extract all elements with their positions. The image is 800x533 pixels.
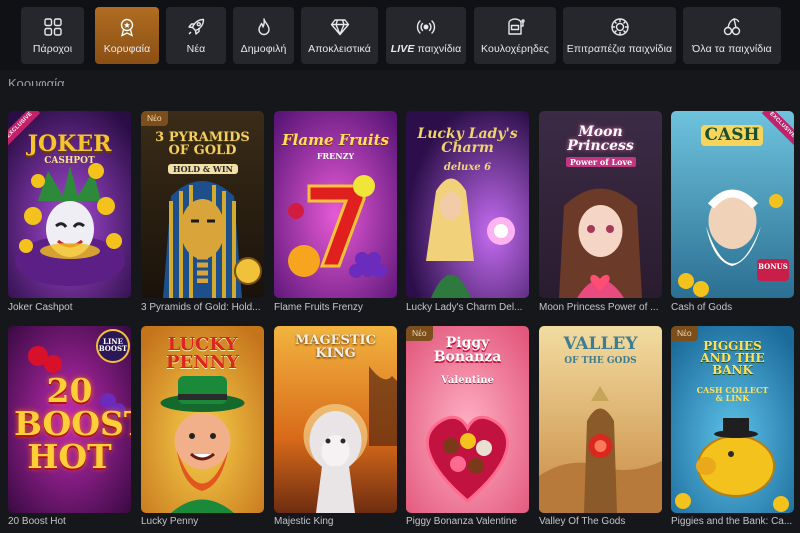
cherries-icon [722,17,742,37]
game-title[interactable]: Majestic King [274,516,397,527]
game-art-title: Moon Princess [567,124,634,154]
chip-icon [610,17,630,37]
game-art-title: PIGGIES AND THE BANK [700,339,765,377]
grid-icon [43,17,63,37]
game-tile-majestic-king[interactable]: MAGESTIC KING [274,326,397,513]
game-title[interactable]: Joker Cashpot [8,302,131,313]
game-art-title: Lucky Lady's Charm [417,126,518,156]
section-title: Κορυφαία [8,76,65,86]
category-label: Πάροχοι [32,43,73,55]
game-tile-lucky-ladys-charm[interactable]: Lucky Lady's Charm deluxe 6 [406,111,529,298]
game-title[interactable]: Flame Fruits Frenzy [274,302,397,313]
game-art-title: 3 PYRAMIDS OF GOLD [155,130,250,158]
game-art-title: VALLEY [563,334,638,354]
game-title[interactable]: Valley Of The Gods [539,516,662,527]
category-label: Νέα [186,43,206,55]
game-title[interactable]: Piggy Bonanza Valentine [406,516,529,527]
flame-icon [254,17,274,37]
game-title[interactable]: Lucky Lady's Charm Del... [406,302,529,313]
game-tile-piggies-and-the-bank[interactable]: Νέο PIGGIES AND THE BANK CASH COLLECT & … [671,326,794,513]
broadcast-icon [416,17,436,37]
game-tile-3-pyramids-of-gold[interactable]: Νέο 3 PYRAMIDS OF GOLD HOLD & WIN [141,111,264,298]
game-title[interactable]: 20 Boost Hot [8,516,131,527]
game-title[interactable]: Cash of Gods [671,302,794,313]
category-label: Κουλοχέρηδες [481,43,549,55]
new-badge: Νέο [671,326,698,341]
game-art-subtitle: OF THE GODS [564,356,637,366]
diamond-icon [330,17,350,37]
category-providers[interactable]: Πάροχοι [21,7,84,64]
category-label: LIVE παιχνίδια [390,43,462,55]
rocket-icon [186,17,206,37]
game-art-title: Flame Fruits [282,131,389,149]
game-art [539,326,662,513]
category-slots[interactable]: Κουλοχέρηδες [474,7,556,64]
new-badge: Νέο [141,111,168,126]
game-title[interactable]: Moon Princess Power of ... [539,302,662,313]
game-art-title: CASH [701,125,763,146]
game-art-subtitle: BONUS [758,262,788,271]
game-art-subtitle: CASHPOT [44,156,95,166]
category-live[interactable]: LIVE παιχνίδια [386,7,466,64]
game-tile-piggy-bonanza-valentine[interactable]: Νέο Piggy Bonanza Valentine [406,326,529,513]
game-art-title: MAGESTIC KING [295,333,376,361]
game-tile-cash-of-gods[interactable]: EXCLUSIVE CASH BONUS [671,111,794,298]
slot-machine-icon [505,17,525,37]
game-art-title: JOKER [27,131,112,157]
category-label: Δημοφιλή [240,43,287,55]
category-popular[interactable]: Δημοφιλή [233,7,294,64]
game-title[interactable]: Piggies and the Bank: Ca... [671,516,794,527]
category-new[interactable]: Νέα [166,7,226,64]
game-art-subtitle: LINE BOOST [98,337,128,353]
game-tile-joker-cashpot[interactable]: EXCLUSIVE JOKER CASHPOT [8,111,131,298]
category-bar: Πάροχοι Κορυφαία Νέα Δημοφιλή Αποκλειστι… [0,0,800,70]
category-all-games[interactable]: Όλα τα παιχνίδια [683,7,781,64]
game-tile-20-boost-hot[interactable]: LINE BOOST 20 BOOST HOT [8,326,131,513]
game-art-subtitle: Power of Love [566,157,636,167]
game-tile-valley-of-the-gods[interactable]: VALLEY OF THE GODS [539,326,662,513]
category-label: Αποκλειστικά [308,43,371,55]
new-badge: Νέο [406,326,433,341]
category-table-games[interactable]: Επιτραπέζια παιχνίδια [563,7,676,64]
game-art-subtitle: Valentine [441,375,494,386]
game-art-subtitle: CASH COLLECT & LINK [696,385,769,403]
category-top[interactable]: Κορυφαία [95,7,159,64]
game-title[interactable]: Lucky Penny [141,516,264,527]
game-art-subtitle: FRENZY [316,151,355,161]
game-title[interactable]: 3 Pyramids of Gold: Hold... [141,302,264,313]
game-tile-flame-fruits-frenzy[interactable]: Flame Fruits FRENZY [274,111,397,298]
game-art-title: 20 BOOST HOT [14,371,131,476]
category-label: Όλα τα παιχνίδια [692,43,772,55]
category-label: Κορυφαία [103,43,151,55]
game-tile-lucky-penny[interactable]: LUCKY PENNY [141,326,264,513]
category-exclusive[interactable]: Αποκλειστικά [301,7,378,64]
award-icon [117,17,137,37]
game-art-subtitle: deluxe 6 [443,162,492,173]
game-art-title: LUCKY PENNY [165,334,239,373]
category-label: Επιτραπέζια παιχνίδια [566,43,673,55]
game-tile-moon-princess[interactable]: Moon Princess Power of Love [539,111,662,298]
game-art-subtitle: HOLD & WIN [168,164,238,174]
